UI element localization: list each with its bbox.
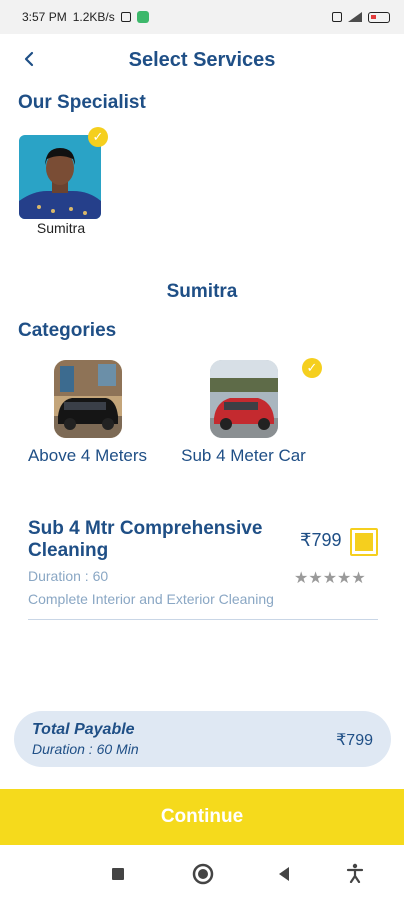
service-price: ₹799 <box>300 530 342 550</box>
accessibility-icon <box>346 863 364 884</box>
signal-icon <box>348 12 362 22</box>
service-description: Complete Interior and Exterior Cleaning <box>28 591 274 607</box>
continue-button[interactable]: Continue <box>0 789 404 845</box>
square-icon <box>112 868 124 880</box>
back-nav-button[interactable] <box>277 866 291 887</box>
category-sub-4-meter-car[interactable]: Sub 4 Meter Car <box>172 360 315 466</box>
category-label: Sub 4 Meter Car <box>181 446 306 465</box>
circle-icon <box>192 863 214 885</box>
specialist-selected-check-icon: ✓ <box>88 127 108 147</box>
battery-icon <box>368 11 390 23</box>
rating-stars: ★★★★★ <box>294 570 366 587</box>
categories-section-title: Categories <box>18 320 117 341</box>
system-nav-bar <box>0 845 404 900</box>
service-item[interactable]: Sub 4 Mtr Comprehensive Cleaning ₹799 Du… <box>28 516 378 620</box>
specialists-section-title: Our Specialist <box>18 92 146 113</box>
service-duration: Duration : 60 <box>28 568 109 584</box>
header: Select Services <box>0 44 404 78</box>
app-notification-icon <box>136 11 149 23</box>
page-title: Select Services <box>128 49 276 71</box>
recent-apps-button[interactable] <box>111 867 125 886</box>
notification-icon <box>120 12 131 22</box>
category-image-sub-4-meter-car <box>209 360 278 438</box>
specialist-name: Sumitra <box>36 220 86 236</box>
service-select-checkbox[interactable] <box>350 528 378 556</box>
avatar <box>19 135 101 219</box>
sim-icon <box>332 12 342 22</box>
total-duration: Duration : 60 Min <box>32 741 139 757</box>
home-button[interactable] <box>192 863 214 890</box>
category-label: Above 4 Meters <box>27 446 148 465</box>
specialist-card[interactable]: ✓ <box>19 127 108 219</box>
total-payable-bar: Total Payable Duration : 60 Min ₹799 <box>14 711 391 767</box>
status-time: 3:57 PM <box>22 10 67 24</box>
category-above-4-meters[interactable]: Above 4 Meters <box>19 360 156 466</box>
category-image-above-4-meters <box>53 360 122 438</box>
total-amount: ₹799 <box>336 732 373 749</box>
accessibility-button[interactable] <box>346 863 364 888</box>
status-network-speed: 1.2KB/s <box>72 10 115 24</box>
service-name: Sub 4 Mtr Comprehensive Cleaning <box>28 518 263 561</box>
total-payable-label: Total Payable <box>32 721 135 738</box>
selected-specialist-name: Sumitra <box>166 281 238 302</box>
status-bar: 3:57 PM 1.2KB/s <box>0 0 404 34</box>
category-selected-check-icon: ✓ <box>302 358 322 378</box>
triangle-back-icon <box>279 867 289 881</box>
